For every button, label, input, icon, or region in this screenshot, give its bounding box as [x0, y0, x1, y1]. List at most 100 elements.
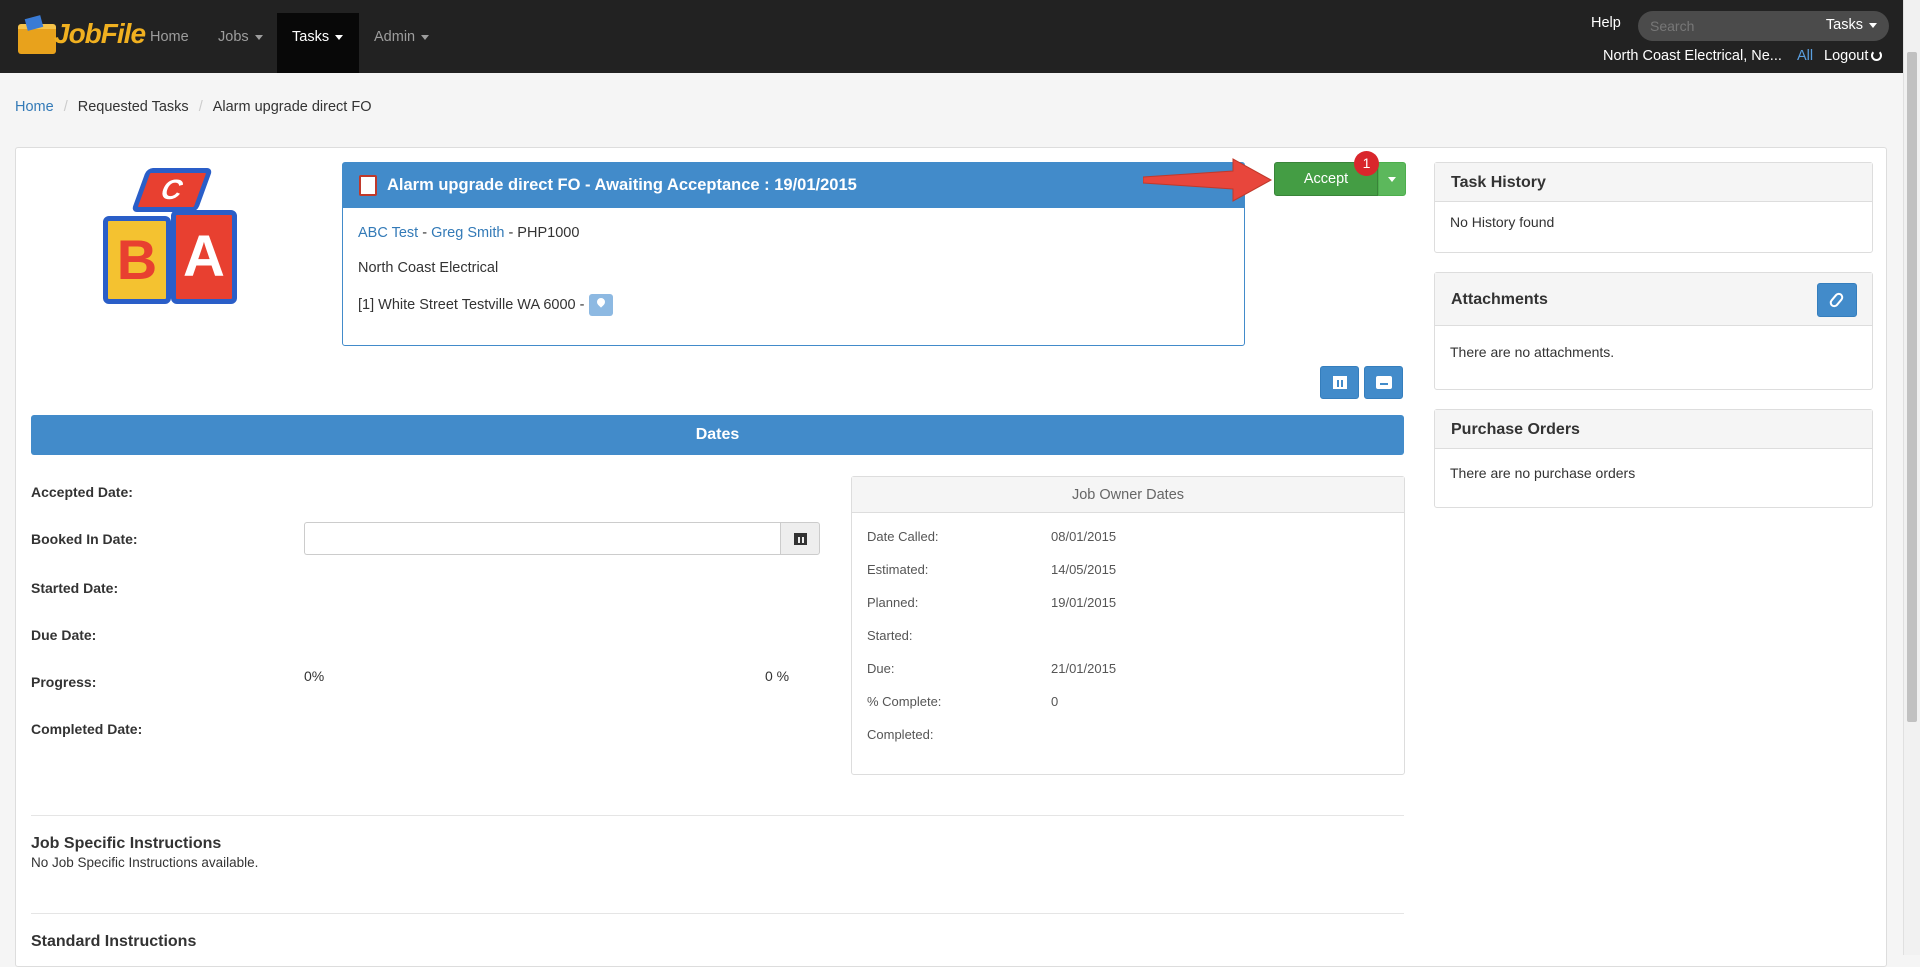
attachments-text: There are no attachments.	[1450, 344, 1615, 360]
print-button[interactable]	[1364, 366, 1403, 399]
dates-section-header: Dates	[31, 415, 1404, 455]
owner-value-planned: 19/01/2015	[1051, 595, 1117, 610]
owner-label-completed: Completed:	[867, 727, 934, 742]
booked-in-date-label: Booked In Date:	[31, 531, 138, 547]
owner-label-percent-complete: % Complete:	[867, 694, 942, 709]
task-header: Alarm upgrade direct FO - Awaiting Accep…	[343, 163, 1244, 208]
caret-down-icon	[335, 34, 344, 40]
nav-home[interactable]: Home	[135, 13, 204, 73]
nav-home-label: Home	[150, 29, 189, 45]
calendar-icon	[1333, 376, 1347, 389]
breadcrumb-current: Alarm upgrade direct FO	[212, 99, 372, 115]
folder-logo-icon	[18, 24, 56, 54]
contact-link[interactable]: Greg Smith	[431, 225, 504, 241]
scrollbar-thumb[interactable]	[1907, 52, 1917, 722]
progress-label: Progress:	[31, 674, 97, 690]
breadcrumb-separator: /	[198, 99, 203, 115]
all-link[interactable]: All	[1797, 48, 1813, 64]
owner-value-estimated: 14/05/2015	[1051, 562, 1117, 577]
caret-down-icon	[1388, 177, 1396, 182]
progress-percent: 0 %	[765, 668, 790, 684]
task-summary-panel: Alarm upgrade direct FO - Awaiting Accep…	[342, 162, 1245, 346]
purchase-orders-title: Purchase Orders	[1435, 410, 1872, 449]
calendar-button[interactable]	[1320, 366, 1359, 399]
standard-instructions-title: Standard Instructions	[31, 933, 197, 950]
attachments-panel: Attachments There are no attachments.	[1434, 272, 1873, 390]
task-company: North Coast Electrical	[358, 260, 499, 276]
search-group: Tasks	[1638, 11, 1889, 41]
document-icon	[359, 175, 377, 196]
nav-admin-label: Admin	[374, 29, 416, 45]
task-history-text: No History found	[1450, 214, 1555, 230]
divider	[31, 913, 1404, 914]
attachments-title: Attachments	[1451, 291, 1548, 308]
job-instructions-title: Job Specific Instructions	[31, 835, 222, 852]
block-a: A	[171, 210, 237, 304]
job-instructions-text: No Job Specific Instructions available.	[31, 855, 259, 870]
divider	[31, 815, 1404, 816]
task-body: ABC Test - Greg Smith - PHP1000 North Co…	[343, 208, 1244, 349]
red-arrow-annotation	[1143, 158, 1273, 202]
search-input[interactable]	[1648, 11, 1808, 41]
company-selector[interactable]: North Coast Electrical, Ne...	[1603, 48, 1782, 64]
progress-slider-value[interactable]: 0%	[304, 668, 324, 684]
breadcrumb-home[interactable]: Home	[15, 99, 54, 115]
nav-jobs[interactable]: Jobs	[203, 13, 278, 73]
logout-label: Logout	[1824, 48, 1869, 64]
breadcrumb-separator: /	[63, 99, 68, 115]
completed-date-label: Completed Date:	[31, 721, 143, 737]
nav-jobs-label: Jobs	[218, 29, 249, 45]
client-link[interactable]: ABC Test	[358, 225, 418, 241]
job-owner-dates-title: Job Owner Dates	[852, 477, 1404, 513]
purchase-orders-panel: Purchase Orders There are no purchase or…	[1434, 409, 1873, 508]
owner-label-estimated: Estimated:	[867, 562, 929, 577]
task-address: [1] White Street Testville WA 6000 -	[358, 296, 585, 313]
task-title: Alarm upgrade direct FO - Awaiting Accep…	[387, 176, 857, 194]
owner-value-percent-complete: 0	[1051, 694, 1059, 709]
top-navbar: JobFile Home Jobs Tasks Admin Help Tasks…	[0, 0, 1920, 73]
page-scrollbar[interactable]	[1903, 0, 1920, 955]
task-history-panel: Task History No History found	[1434, 162, 1873, 253]
block-c: C	[130, 168, 214, 212]
print-icon	[1376, 376, 1392, 389]
abc-blocks-logo-icon: C B A	[97, 162, 243, 312]
booked-in-date-picker[interactable]	[780, 522, 820, 555]
job-owner-dates-panel: Job Owner Dates Date Called: 08/01/2015 …	[851, 476, 1405, 775]
search-scope-dropdown[interactable]: Tasks	[1826, 17, 1877, 33]
caret-down-icon	[421, 34, 430, 40]
step-number-badge: 1	[1354, 151, 1379, 176]
task-history-title: Task History	[1435, 163, 1872, 202]
nav-tasks-label: Tasks	[292, 29, 330, 45]
owner-label-planned: Planned:	[867, 595, 919, 610]
accept-dropdown-toggle[interactable]	[1378, 162, 1406, 196]
add-attachment-button[interactable]	[1817, 283, 1857, 317]
block-b: B	[103, 216, 171, 304]
search-scope-label: Tasks	[1825, 17, 1863, 33]
paperclip-icon	[1827, 290, 1846, 310]
owner-value-date-called: 08/01/2015	[1051, 529, 1117, 544]
breadcrumb-requested-tasks[interactable]: Requested Tasks	[78, 99, 189, 115]
nav-admin[interactable]: Admin	[359, 13, 444, 73]
calendar-icon	[794, 533, 807, 545]
help-link[interactable]: Help	[1591, 15, 1621, 31]
owner-label-due: Due:	[867, 661, 895, 676]
due-date-label: Due Date:	[31, 627, 97, 643]
map-pin-icon[interactable]	[588, 294, 613, 316]
attachments-header: Attachments	[1435, 273, 1872, 326]
accepted-date-label: Accepted Date:	[31, 484, 133, 500]
breadcrumb: Home / Requested Tasks / Alarm upgrade direc…	[15, 99, 371, 115]
purchase-orders-text: There are no purchase orders	[1450, 465, 1636, 481]
power-icon	[1871, 50, 1883, 61]
booked-in-date-input[interactable]	[304, 522, 781, 555]
job-ref: - PHP1000	[508, 225, 580, 241]
started-date-label: Started Date:	[31, 580, 119, 596]
caret-down-icon	[254, 34, 263, 40]
owner-label-date-called: Date Called:	[867, 529, 939, 544]
nav-tasks[interactable]: Tasks	[277, 13, 359, 73]
owner-label-started: Started:	[867, 628, 913, 643]
caret-down-icon	[1869, 22, 1877, 28]
brand-name: JobFile	[54, 18, 146, 49]
logout-link[interactable]: Logout	[1824, 48, 1883, 64]
jobfile-logo[interactable]: JobFile	[14, 8, 146, 66]
owner-value-due: 21/01/2015	[1051, 661, 1117, 676]
